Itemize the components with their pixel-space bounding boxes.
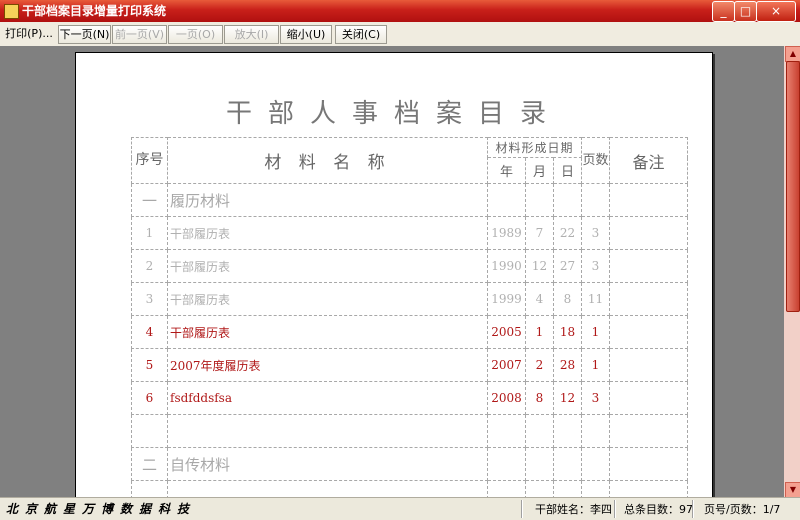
row-month: 2 xyxy=(525,348,554,382)
one-page-button[interactable]: 一页(O) xyxy=(168,25,223,44)
row-seq: 3 xyxy=(131,282,168,316)
row-month: 8 xyxy=(525,381,554,415)
status-bar: 北京航星万博数据科技 干部姓名：李四 总条目数：97 页号/页数：1/7 xyxy=(0,497,800,520)
row-pages: 3 xyxy=(581,249,610,283)
row-seq: 5 xyxy=(131,348,168,382)
row-year: 2005 xyxy=(487,315,526,349)
zoom-in-button[interactable]: 放大(I) xyxy=(224,25,279,44)
zoom-out-button[interactable]: 缩小(U) xyxy=(280,25,332,44)
row-day: 8 xyxy=(553,282,582,316)
row-name: fsdfddsfsa xyxy=(167,381,488,415)
window-title: 干部档案目录增量打印系统 xyxy=(22,4,167,18)
row-year: 1999 xyxy=(487,282,526,316)
empty-row xyxy=(131,414,688,448)
section-row: 一 履历材料 xyxy=(131,183,688,217)
status-divider xyxy=(692,500,694,518)
maximize-button[interactable]: □ xyxy=(734,1,757,22)
row-remarks xyxy=(609,249,688,283)
row-seq: 1 xyxy=(131,216,168,250)
header-year: 年 xyxy=(487,157,526,184)
header-seq: 序号 xyxy=(131,137,168,184)
table-row: 5 2007年度履历表 2007 2 28 1 xyxy=(131,348,688,382)
page-info: 页号/页数：1/7 xyxy=(704,503,781,516)
row-year: 2008 xyxy=(487,381,526,415)
title-bar: 干部档案目录增量打印系统 _ □ × xyxy=(0,0,800,22)
close-window-button[interactable]: × xyxy=(756,1,796,22)
row-seq: 2 xyxy=(131,249,168,283)
row-name: 干部履历表 xyxy=(167,249,488,283)
table-row: 3 干部履历表 1999 4 8 11 xyxy=(131,282,688,316)
print-button[interactable]: 打印(P)... xyxy=(3,25,55,42)
section-name: 自传材料 xyxy=(167,447,488,481)
row-day: 27 xyxy=(553,249,582,283)
row-name: 2007年度履历表 xyxy=(167,348,488,382)
print-preview-area[interactable]: 干部人事档案目录 序号 材 料 名 称 材料形成日期 页数 备注 年 月 日 一… xyxy=(0,46,784,497)
row-pages: 11 xyxy=(581,282,610,316)
header-month: 月 xyxy=(525,157,554,184)
row-day: 18 xyxy=(553,315,582,349)
row-name: 干部履历表 xyxy=(167,315,488,349)
row-name: 干部履历表 xyxy=(167,282,488,316)
header-material-name: 材 料 名 称 xyxy=(167,137,488,184)
row-month: 1 xyxy=(525,315,554,349)
toolbar: 打印(P)... 下一页(N) 前一页(V) 一页(O) 放大(I) 缩小(U)… xyxy=(0,22,800,47)
row-day: 22 xyxy=(553,216,582,250)
scroll-thumb[interactable] xyxy=(786,61,800,312)
scroll-up-icon[interactable]: ▲ xyxy=(785,46,800,62)
status-divider xyxy=(521,500,523,518)
row-day: 28 xyxy=(553,348,582,382)
company-name: 北京航星万博数据科技 xyxy=(6,502,197,516)
row-seq: 4 xyxy=(131,315,168,349)
empty-row xyxy=(131,480,688,497)
row-year: 2007 xyxy=(487,348,526,382)
row-pages: 3 xyxy=(581,381,610,415)
section-number: 一 xyxy=(131,183,168,217)
prev-page-button[interactable]: 前一页(V) xyxy=(112,25,167,44)
document-title: 干部人事档案目录 xyxy=(225,99,562,129)
table-row: 4 干部履历表 2005 1 18 1 xyxy=(131,315,688,349)
table-row: 6 fsdfddsfsa 2008 8 12 3 xyxy=(131,381,688,415)
vertical-scrollbar[interactable]: ▲ ▼ xyxy=(784,46,800,498)
row-pages: 1 xyxy=(581,348,610,382)
row-month: 4 xyxy=(525,282,554,316)
row-pages: 1 xyxy=(581,315,610,349)
cadre-name: 干部姓名：李四 xyxy=(535,503,612,516)
header-day: 日 xyxy=(553,157,582,184)
header-remarks: 备注 xyxy=(609,137,688,184)
row-remarks xyxy=(609,315,688,349)
scroll-down-icon[interactable]: ▼ xyxy=(785,482,800,498)
table-row: 1 干部履历表 1989 7 22 3 xyxy=(131,216,688,250)
table-row: 2 干部履历表 1990 12 27 3 xyxy=(131,249,688,283)
row-seq: 6 xyxy=(131,381,168,415)
row-name: 干部履历表 xyxy=(167,216,488,250)
preview-page: 干部人事档案目录 序号 材 料 名 称 材料形成日期 页数 备注 年 月 日 一… xyxy=(75,52,713,497)
row-day: 12 xyxy=(553,381,582,415)
header-formation-date: 材料形成日期 xyxy=(487,137,582,158)
row-month: 12 xyxy=(525,249,554,283)
row-pages: 3 xyxy=(581,216,610,250)
row-year: 1990 xyxy=(487,249,526,283)
row-month: 7 xyxy=(525,216,554,250)
app-window: 干部档案目录增量打印系统 _ □ × 打印(P)... 下一页(N) 前一页(V… xyxy=(0,0,800,520)
row-remarks xyxy=(609,348,688,382)
close-button[interactable]: 关闭(C) xyxy=(335,25,387,44)
catalog-table: 序号 材 料 名 称 材料形成日期 页数 备注 年 月 日 一 履历材料 1 干… xyxy=(131,137,688,497)
row-year: 1989 xyxy=(487,216,526,250)
next-page-button[interactable]: 下一页(N) xyxy=(58,25,111,44)
header-pages: 页数 xyxy=(581,137,610,184)
section-number: 二 xyxy=(131,447,168,481)
row-remarks xyxy=(609,381,688,415)
status-divider xyxy=(614,500,616,518)
app-icon xyxy=(4,4,19,19)
total-entries: 总条目数：97 xyxy=(624,503,693,516)
row-remarks xyxy=(609,216,688,250)
row-remarks xyxy=(609,282,688,316)
minimize-button[interactable]: _ xyxy=(712,1,735,22)
section-name: 履历材料 xyxy=(167,183,488,217)
section-row: 二 自传材料 xyxy=(131,447,688,481)
